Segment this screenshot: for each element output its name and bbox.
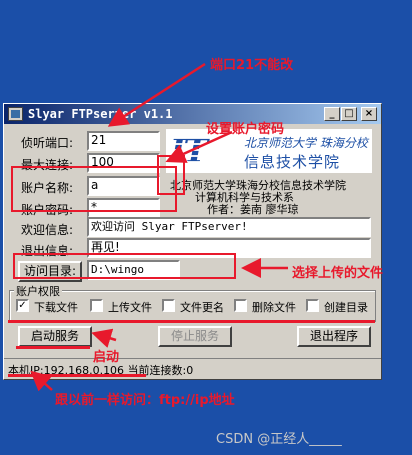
account-annotation: 设置账户密码 [206, 122, 285, 137]
csdn-watermark: CSDN @正经人_____ [216, 432, 342, 447]
directory-annotation: 选择上传的文件 [292, 266, 384, 281]
start-note-arrow [91, 328, 117, 348]
port-annotation: 端口21不能改 [210, 58, 294, 73]
annotation-arrows [30, 62, 288, 392]
start-annotation: 启动 [93, 350, 120, 365]
port-note-arrow [107, 62, 206, 127]
ip-note-arrow [30, 370, 53, 392]
ip-annotation: 跟以前一样访问：ftp://ip地址 [55, 393, 235, 408]
